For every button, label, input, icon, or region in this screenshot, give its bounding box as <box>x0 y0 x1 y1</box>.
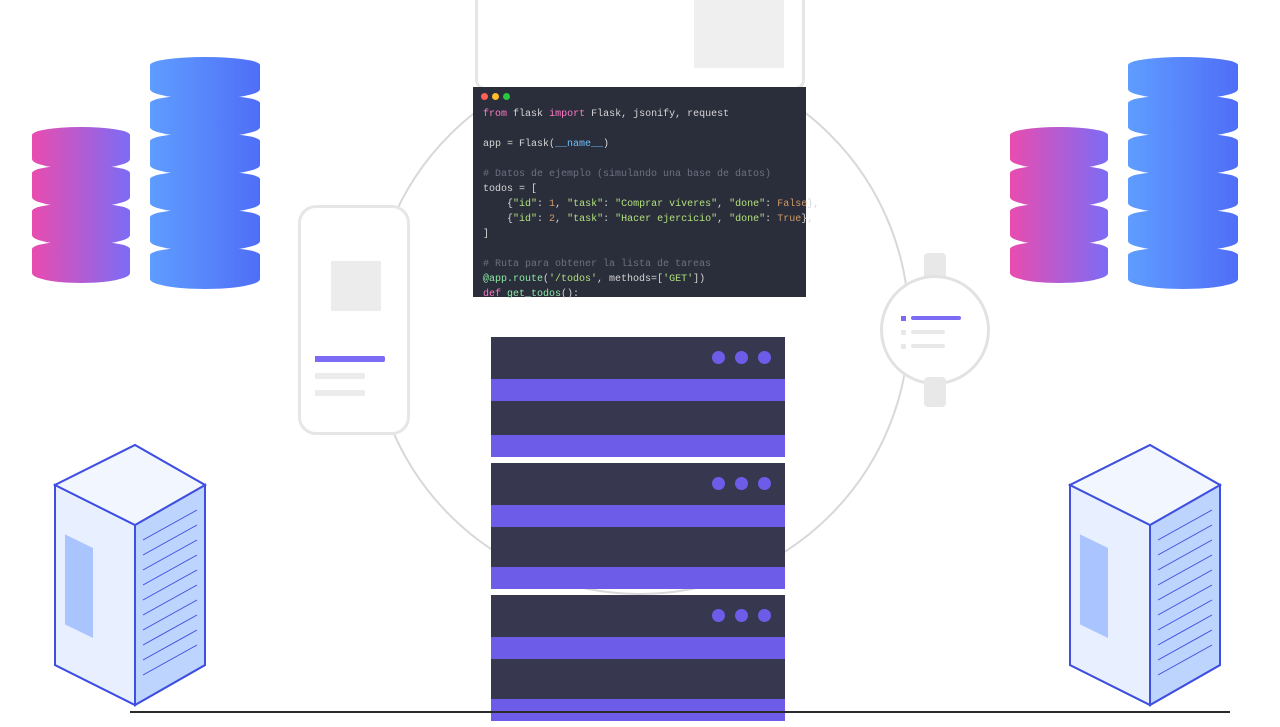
close-icon <box>481 93 488 100</box>
server-unit <box>491 463 785 589</box>
server-rack-icon <box>1030 415 1250 715</box>
watch-device <box>880 275 990 385</box>
phone-device <box>298 205 410 435</box>
server-unit <box>491 337 785 457</box>
window-traffic-lights <box>481 93 510 100</box>
browser-device <box>475 0 805 90</box>
minimize-icon <box>492 93 499 100</box>
server-rack-icon <box>15 415 235 715</box>
server-stack <box>491 337 785 727</box>
maximize-icon <box>503 93 510 100</box>
code-editor: from flask import Flask, jsonify, reques… <box>473 87 806 297</box>
server-unit <box>491 595 785 721</box>
ground-line <box>130 711 1230 713</box>
code-content: from flask import Flask, jsonify, reques… <box>483 107 796 302</box>
